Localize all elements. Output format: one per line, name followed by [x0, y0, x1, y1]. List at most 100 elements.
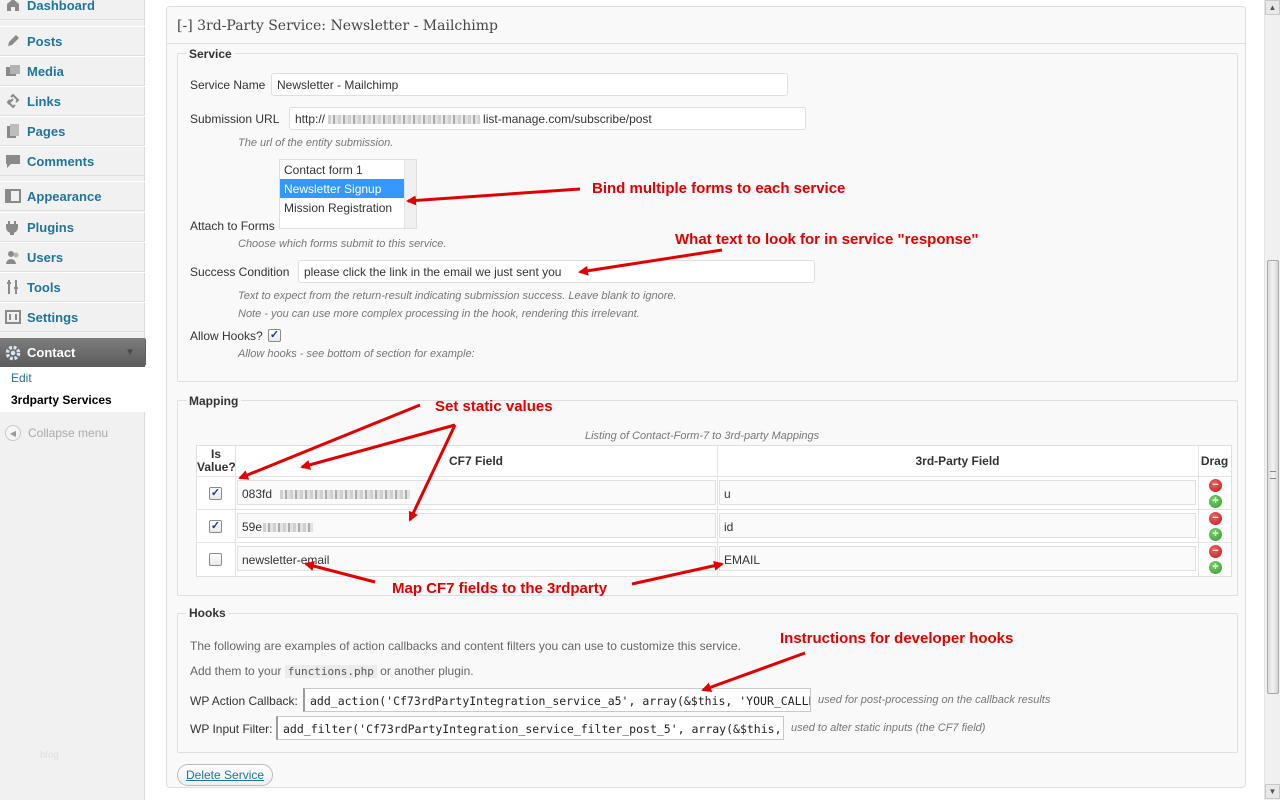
is-value-checkbox[interactable]: ✓	[209, 487, 222, 500]
plugins-icon	[4, 219, 22, 235]
attach-forms-select[interactable]: Contact form 1 Newsletter Signup Mission…	[279, 159, 417, 229]
mapping-legend: Mapping	[186, 394, 242, 408]
action-callback-label: WP Action Callback:	[190, 694, 298, 708]
remove-row-icon[interactable]: −	[1209, 545, 1222, 558]
is-value-checkbox[interactable]	[209, 553, 222, 566]
admin-sidebar: Dashboard Posts Media Links Pages Commen…	[0, 0, 153, 800]
links-icon	[4, 93, 22, 109]
users-icon	[4, 249, 22, 265]
annotation-bind-forms: Bind multiple forms to each service	[592, 180, 846, 197]
annotation-map-fields: Map CF7 fields to the 3rdparty	[392, 580, 608, 597]
dashboard-icon	[4, 0, 22, 13]
attach-forms-label: Attach to Forms	[190, 219, 275, 233]
menu-label: Links	[27, 93, 61, 109]
appearance-icon	[4, 188, 22, 204]
success-condition-input[interactable]: please click the link in the email we ju…	[298, 260, 815, 283]
menu-contact[interactable]: Contact ▼	[0, 338, 153, 367]
action-callback-code[interactable]: add_action('Cf73rdPartyIntegration_servi…	[303, 688, 811, 712]
submission-url-note: The url of the entity submission.	[238, 137, 394, 149]
panel-title[interactable]: [-] 3rd-Party Service: Newsletter - Mail…	[177, 18, 498, 34]
3rdparty-field-input[interactable]	[719, 480, 1196, 505]
comments-icon	[4, 153, 22, 169]
contact-submenu: Edit 3rdparty Services	[0, 367, 145, 412]
3rdparty-field-input[interactable]	[719, 513, 1196, 538]
service-legend: Service	[186, 47, 235, 61]
page-scrollbar[interactable]: ▲ ▼	[1264, 0, 1280, 800]
menu-label: Posts	[27, 33, 63, 49]
submission-url-input[interactable]: http:// list-manage.com/subscribe/post	[289, 107, 806, 130]
menu-media[interactable]: Media	[0, 56, 145, 86]
success-condition-label: Success Condition	[190, 265, 290, 279]
menu-pages[interactable]: Pages	[0, 116, 145, 146]
hooks-legend: Hooks	[186, 606, 229, 620]
menu-label: Tools	[27, 279, 61, 295]
menu-users[interactable]: Users	[0, 242, 145, 272]
scroll-up-icon[interactable]: ▲	[1265, 0, 1280, 15]
add-row-icon[interactable]: +	[1209, 528, 1222, 541]
menu-comments[interactable]: Comments	[0, 146, 145, 176]
remove-row-icon[interactable]: −	[1209, 479, 1222, 492]
menu-label: Media	[27, 63, 64, 79]
menu-links[interactable]: Links	[0, 86, 145, 116]
menu-plugins[interactable]: Plugins	[0, 212, 145, 242]
menu-label: Plugins	[27, 219, 74, 235]
3rdparty-field-value: id	[724, 520, 734, 534]
input-filter-note: used to alter static inputs (the CF7 fie…	[791, 722, 986, 734]
menu-posts[interactable]: Posts	[0, 26, 145, 56]
input-filter-code[interactable]: add_filter('Cf73rdPartyIntegration_servi…	[276, 716, 784, 740]
allow-hooks-checkbox[interactable]: ✓	[268, 329, 281, 342]
delete-service-button[interactable]: Delete Service	[177, 764, 274, 786]
form-option[interactable]: Contact form 1	[280, 160, 416, 179]
watermark: blog	[40, 750, 59, 761]
cf7-field-value: 083fd	[242, 487, 411, 501]
allow-hooks-label: Allow Hooks?	[190, 329, 263, 343]
success-note-1: Text to expect from the return-result in…	[238, 290, 677, 302]
collapse-menu[interactable]: ◀ Collapse menu	[5, 425, 108, 441]
collapse-label: Collapse menu	[28, 426, 109, 440]
hooks-intro: The following are examples of action cal…	[190, 639, 741, 653]
add-row-icon[interactable]: +	[1209, 495, 1222, 508]
scroll-thumb[interactable]	[1267, 260, 1279, 694]
service-name-input[interactable]: Newsletter - Mailchimp	[271, 73, 788, 96]
success-note-2: Note - you can use more complex processi…	[238, 308, 640, 320]
collapse-arrow-icon: ◀	[5, 425, 21, 441]
menu-label: Dashboard	[27, 0, 95, 13]
3rdparty-field-value: EMAIL	[724, 553, 761, 567]
remove-row-icon[interactable]: −	[1209, 512, 1222, 525]
pages-icon	[4, 123, 22, 139]
allow-hooks-note: Allow hooks - see bottom of section for …	[238, 348, 475, 360]
submenu-3rdparty-services[interactable]: 3rdparty Services	[11, 393, 112, 407]
main-content: [-] 3rd-Party Service: Newsletter - Mail…	[146, 0, 1264, 800]
header-cf7-field: CF7 Field	[448, 454, 503, 468]
service-panel: [-] 3rd-Party Service: Newsletter - Mail…	[166, 6, 1246, 788]
menu-label: Pages	[27, 123, 66, 139]
3rdparty-field-input[interactable]	[719, 546, 1196, 571]
annotation-developer-hooks: Instructions for developer hooks	[780, 630, 1014, 647]
service-name-label: Service Name	[190, 78, 266, 92]
attach-forms-note: Choose which forms submit to this servic…	[238, 238, 447, 250]
settings-icon	[4, 309, 22, 325]
menu-dashboard[interactable]: Dashboard	[0, 0, 145, 20]
select-scrollbar[interactable]	[404, 160, 416, 228]
is-value-checkbox[interactable]: ✓	[209, 520, 222, 533]
scroll-grip-icon	[1270, 471, 1276, 479]
form-option-selected[interactable]: Newsletter Signup	[280, 179, 416, 198]
submenu-edit[interactable]: Edit	[11, 371, 32, 385]
chevron-down-icon: ▼	[125, 347, 135, 358]
functions-php-code: functions.php	[284, 665, 377, 678]
header-3rdparty-field: 3rd-Party Field	[915, 454, 1000, 468]
menu-tools[interactable]: Tools	[0, 272, 145, 302]
action-callback-note: used for post-processing on the callback…	[818, 694, 1051, 706]
annotation-response-text: What text to look for in service "respon…	[675, 231, 979, 248]
menu-settings[interactable]: Settings	[0, 302, 145, 332]
posts-icon	[4, 33, 22, 49]
scroll-down-icon[interactable]: ▼	[1265, 784, 1280, 799]
mapping-caption: Listing of Contact-Form-7 to 3rd-party M…	[585, 430, 820, 442]
input-filter-label: WP Input Filter:	[190, 722, 273, 736]
add-row-icon[interactable]: +	[1209, 561, 1222, 574]
mapping-table: Is Value? CF7 Field 3rd-Party Field Drag…	[196, 445, 1232, 577]
menu-appearance[interactable]: Appearance	[0, 181, 145, 211]
form-option[interactable]: Mission Registration	[280, 198, 416, 217]
menu-label: Appearance	[27, 188, 102, 204]
redacted-text	[328, 115, 481, 125]
